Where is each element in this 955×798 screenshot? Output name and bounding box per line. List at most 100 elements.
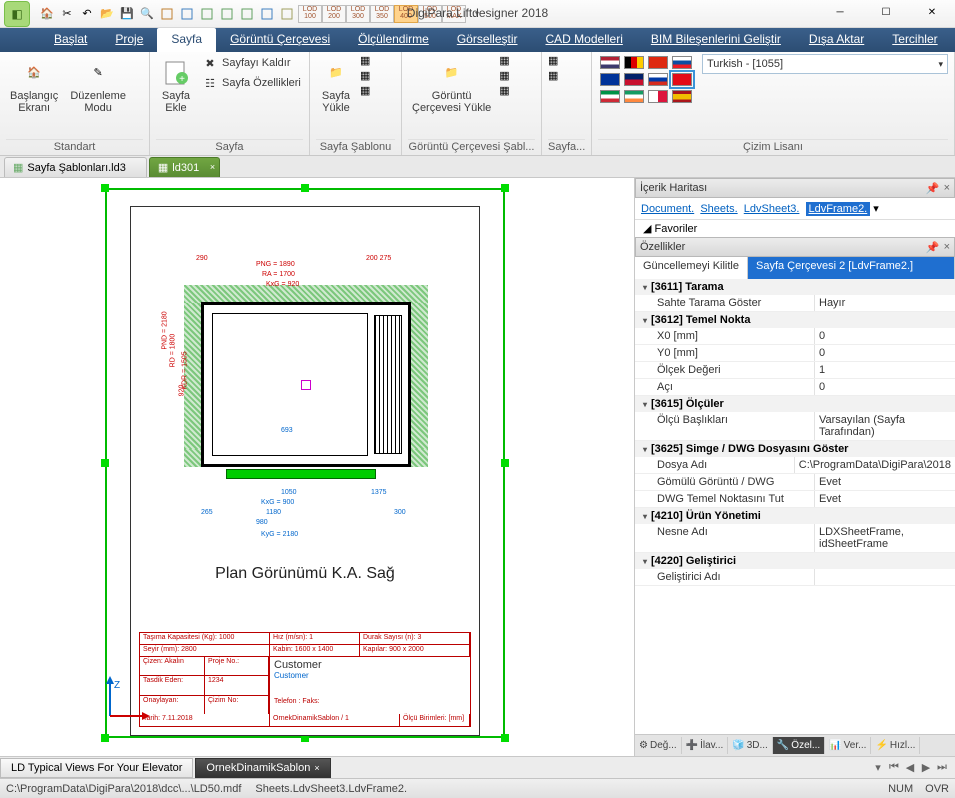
prop-row[interactable]: Y0 [mm]0 — [635, 345, 955, 362]
prop-row[interactable]: X0 [mm]0 — [635, 328, 955, 345]
flag-ru[interactable] — [648, 73, 668, 86]
lod-lod350[interactable]: LOD350 — [370, 5, 394, 23]
prop-row[interactable]: Geliştirici Adı — [635, 569, 955, 586]
next-icon[interactable]: ▶ — [919, 761, 933, 774]
ribbon-tab-2[interactable]: Sayfa — [157, 28, 216, 52]
right-tab-2[interactable]: 🧊3D... — [728, 737, 773, 754]
doc-tab-ld301[interactable]: ▦ld301× — [149, 157, 220, 177]
right-tab-3[interactable]: 🔧Özel... — [773, 737, 825, 754]
flag-pl[interactable] — [648, 90, 668, 103]
lock-update-button[interactable]: Güncellemeyi Kilitle — [635, 257, 748, 279]
right-tab-0[interactable]: ⚙Değ... — [635, 737, 682, 754]
add-page-button[interactable]: + Sayfa Ekle — [156, 54, 196, 116]
prop-category[interactable]: [3612] Temel Nokta — [635, 312, 955, 328]
flag-de[interactable] — [624, 56, 644, 69]
ribbon-tab-9[interactable]: Tercihler — [878, 28, 951, 52]
vf-small-1[interactable]: ▦ — [499, 54, 509, 67]
lod-lod100[interactable]: LOD100 — [298, 5, 322, 23]
prop-category[interactable]: [3611] Tarama — [635, 279, 955, 295]
template-small-2[interactable]: ▦ — [360, 69, 370, 82]
lod-lod200[interactable]: LOD200 — [322, 5, 346, 23]
load-view-frame-button[interactable]: 📁 Görüntü Çerçevesi Yükle — [408, 54, 495, 116]
flag-es[interactable] — [672, 90, 692, 103]
load-page-button[interactable]: 📁 Sayfa Yükle — [316, 54, 356, 116]
ribbon-tab-6[interactable]: CAD Modelleri — [532, 28, 637, 52]
sf-small-2[interactable]: ▦ — [548, 69, 558, 82]
edit-mode-button[interactable]: ✎ Düzenleme Modu — [66, 54, 130, 116]
bc-document[interactable]: Document. — [641, 203, 694, 215]
flag-si[interactable] — [672, 56, 692, 69]
sf-small-1[interactable]: ▦ — [548, 54, 558, 67]
language-select[interactable]: Turkish - [1055] ▾ — [702, 54, 948, 74]
pane-close-icon[interactable]: × — [944, 241, 950, 254]
ribbon-tab-3[interactable]: Görüntü Çerçevesi — [216, 28, 344, 52]
prop-row[interactable]: Sahte Tarama GösterHayır — [635, 295, 955, 312]
sheet-tab-ornek[interactable]: OrnekDinamikSablon× — [195, 758, 330, 778]
prop-category[interactable]: [3625] Simge / DWG Dosyasını Göster — [635, 441, 955, 457]
ribbon-tab-5[interactable]: Görselleştir — [443, 28, 532, 52]
prop-row[interactable]: Nesne AdıLDXSheetFrame, idSheetFrame — [635, 524, 955, 553]
qat-btn-1[interactable] — [158, 5, 176, 23]
flag-us[interactable] — [600, 56, 620, 69]
pin-icon[interactable]: 📌 — [926, 182, 940, 195]
pane-close-icon[interactable]: × — [944, 182, 950, 195]
selected-object-label[interactable]: Sayfa Çerçevesi 2 [LdvFrame2.] — [748, 257, 955, 279]
bc-sheet3[interactable]: LdvSheet3. — [744, 203, 800, 215]
remove-page-button[interactable]: ✖Sayfayı Kaldır — [200, 54, 303, 72]
lod-lod300[interactable]: LOD300 — [346, 5, 370, 23]
qat-btn-5[interactable] — [238, 5, 256, 23]
prop-row[interactable]: Gömülü Görüntü / DWGEvet — [635, 474, 955, 491]
prop-row[interactable]: DWG Temel Noktasını TutEvet — [635, 491, 955, 508]
vf-small-3[interactable]: ▦ — [499, 84, 509, 97]
qat-btn-2[interactable] — [178, 5, 196, 23]
maximize-button[interactable]: ☐ — [863, 0, 909, 24]
flag-eu[interactable] — [600, 73, 620, 86]
app-icon[interactable]: ◧ — [4, 1, 30, 27]
prop-row[interactable]: Açı0 — [635, 379, 955, 396]
flag-ie[interactable] — [624, 90, 644, 103]
home-icon[interactable]: 🏠 — [38, 5, 56, 23]
property-grid[interactable]: [3611] TaramaSahte Tarama GösterHayır[36… — [635, 279, 955, 734]
prop-category[interactable]: [3615] Ölçüler — [635, 396, 955, 412]
prop-row[interactable]: Ölçek Değeri1 — [635, 362, 955, 379]
favorites-row[interactable]: ◢ Favoriler — [635, 220, 955, 237]
minimize-button[interactable]: ─ — [817, 0, 863, 24]
qat-btn-4[interactable] — [218, 5, 236, 23]
tab-close-icon[interactable]: × — [210, 162, 215, 172]
right-tab-5[interactable]: ⚡Hızl... — [871, 737, 920, 754]
properties-header[interactable]: Özellikler 📌× — [635, 237, 955, 257]
start-screen-button[interactable]: 🏠 Başlangıç Ekranı — [6, 54, 62, 116]
flag-it[interactable] — [600, 90, 620, 103]
ribbon-tab-1[interactable]: Proje — [101, 28, 157, 52]
template-small-1[interactable]: ▦ — [360, 54, 370, 67]
ribbon-tab-0[interactable]: Başlat — [40, 28, 101, 52]
flag-cn[interactable] — [648, 56, 668, 69]
last-icon[interactable]: ⏭ — [935, 761, 949, 774]
tab-close-icon[interactable]: × — [314, 763, 319, 773]
qat-btn-3[interactable] — [198, 5, 216, 23]
ribbon-tab-4[interactable]: Ölçülendirme — [344, 28, 443, 52]
save-icon[interactable]: 💾 — [118, 5, 136, 23]
prop-row[interactable]: Dosya AdıC:\ProgramData\DigiPara\2018 — [635, 457, 955, 474]
dropdown-icon[interactable]: ▾ — [871, 761, 885, 774]
bc-frame2[interactable]: LdvFrame2. — [806, 202, 871, 216]
ribbon-tab-7[interactable]: BIM Bileşenlerini Geliştir — [637, 28, 795, 52]
vf-small-2[interactable]: ▦ — [499, 69, 509, 82]
first-icon[interactable]: ⏮ — [887, 761, 901, 774]
template-small-3[interactable]: ▦ — [360, 84, 370, 97]
undo-icon[interactable]: ↶ — [78, 5, 96, 23]
bc-sheets[interactable]: Sheets. — [700, 203, 737, 215]
search-icon[interactable]: 🔍 — [138, 5, 156, 23]
ribbon-tab-8[interactable]: Dışa Aktar — [795, 28, 878, 52]
right-tab-4[interactable]: 📊Ver... — [825, 737, 871, 754]
doc-tab-templates[interactable]: ▦Sayfa Şablonları.ld3 — [4, 157, 147, 177]
flag-tr[interactable] — [672, 73, 692, 86]
qat-btn-6[interactable] — [258, 5, 276, 23]
prop-row[interactable]: Ölçü BaşlıklarıVarsayılan (Sayfa Tarafın… — [635, 412, 955, 441]
sheet-tab-typical[interactable]: LD Typical Views For Your Elevator — [0, 758, 193, 778]
prev-icon[interactable]: ◀ — [903, 761, 917, 774]
open-icon[interactable]: 📂 — [98, 5, 116, 23]
content-map-header[interactable]: İçerik Haritası 📌× — [635, 178, 955, 198]
prop-category[interactable]: [4220] Geliştirici — [635, 553, 955, 569]
prop-category[interactable]: [4210] Ürün Yönetimi — [635, 508, 955, 524]
